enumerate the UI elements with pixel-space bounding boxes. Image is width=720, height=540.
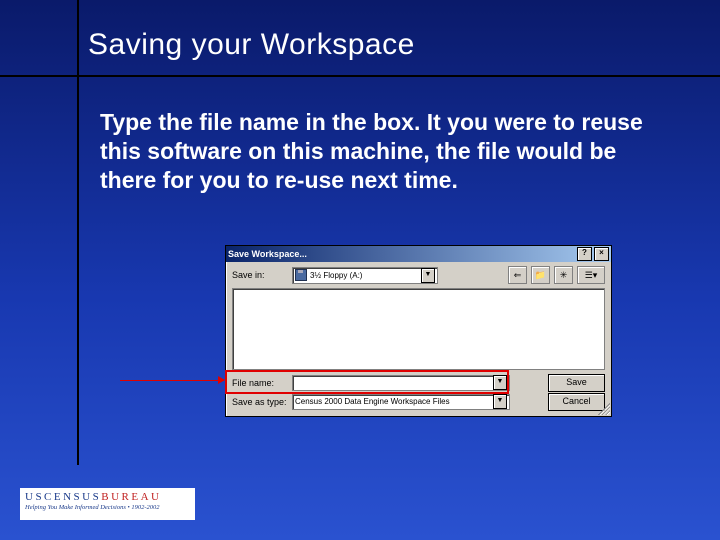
saveastype-dropdown[interactable]: Census 2000 Data Engine Workspace Files … (292, 394, 510, 410)
saveastype-value: Census 2000 Data Engine Workspace Files (295, 397, 450, 406)
logo-line1-pre: USCENSUS (25, 491, 101, 503)
horizontal-rule (0, 75, 720, 77)
savein-value: 3½ Floppy (A:) (310, 271, 362, 280)
new-folder-icon[interactable]: ✳ (554, 266, 573, 284)
savein-label: Save in: (232, 270, 288, 280)
dialog-title: Save Workspace... (228, 249, 307, 259)
census-bureau-logo: USCENSUSBUREAU Helping You Make Informed… (20, 488, 195, 520)
savein-row: Save in: 3½ Floppy (A:) ▼ ⇐ 📁 ✳ ☰▾ (226, 262, 611, 288)
slide-body-text: Type the file name in the box. It you we… (100, 108, 660, 194)
vertical-rule (77, 0, 79, 465)
filename-input[interactable]: ▼ (292, 375, 510, 391)
close-button[interactable]: × (594, 247, 609, 261)
arrow-head-icon (218, 376, 225, 384)
filename-row: File name: ▼ Save (232, 373, 605, 392)
up-folder-icon[interactable]: 📁 (531, 266, 550, 284)
view-menu-icon[interactable]: ☰▾ (577, 266, 605, 284)
chevron-down-icon[interactable]: ▼ (421, 268, 435, 283)
logo-line1: USCENSUSBUREAU (25, 491, 190, 503)
saveastype-label: Save as type: (232, 397, 288, 407)
filename-label: File name: (232, 378, 288, 388)
dialog-titlebar: Save Workspace... ? × (226, 246, 611, 262)
logo-line2: Helping You Make Informed Decisions • 19… (25, 504, 190, 511)
slide-title: Saving your Workspace (88, 28, 415, 62)
help-button[interactable]: ? (577, 247, 592, 261)
saveastype-row: Save as type: Census 2000 Data Engine Wo… (232, 392, 605, 411)
save-workspace-dialog: Save Workspace... ? × Save in: 3½ Floppy… (225, 245, 612, 417)
file-list-area[interactable] (232, 288, 605, 370)
floppy-icon (295, 269, 307, 281)
cancel-button[interactable]: Cancel (548, 393, 605, 411)
savein-dropdown[interactable]: 3½ Floppy (A:) ▼ (292, 267, 438, 284)
slide: Saving your Workspace Type the file name… (0, 0, 720, 540)
back-icon[interactable]: ⇐ (508, 266, 527, 284)
chevron-down-icon[interactable]: ▼ (493, 394, 507, 409)
arrow-line (120, 380, 224, 381)
resize-grip-icon[interactable] (598, 403, 610, 415)
logo-line1-post: BUREAU (101, 491, 161, 503)
chevron-down-icon[interactable]: ▼ (493, 375, 507, 390)
save-button[interactable]: Save (548, 374, 605, 392)
